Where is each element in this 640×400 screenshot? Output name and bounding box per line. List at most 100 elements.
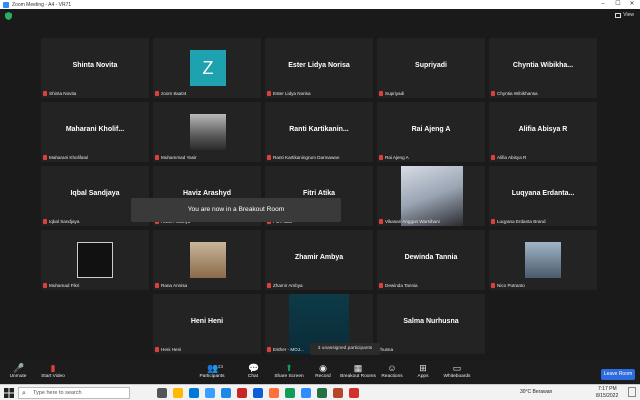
unassigned-participants-popup[interactable]: 3 unassigned participants: [310, 343, 380, 355]
store-icon[interactable]: [205, 388, 215, 398]
participant-tile[interactable]: Maharani Kholif... Maharani Kholifatul: [41, 102, 149, 162]
muted-mic-icon: [267, 347, 271, 352]
participant-tile[interactable]: Muhammad Yasir: [153, 102, 261, 162]
muted-mic-icon: [491, 91, 495, 96]
participant-tile[interactable]: Dewinda Tannia Dewinda Tannia: [377, 230, 485, 290]
zoom-taskbar-icon[interactable]: [301, 388, 311, 398]
participant-label: Vikasari Anggun Warsihani: [379, 219, 440, 224]
notifications-icon[interactable]: [628, 387, 636, 397]
windows-taskbar: ⌕ Type here to search 30°C Berawan 7:17 …: [0, 384, 640, 400]
muted-mic-icon: [43, 219, 47, 224]
participant-label: Supriyadi: [379, 91, 404, 96]
participant-name-large: Shinta Novita: [72, 62, 118, 69]
participant-label: Ranti Kartikaningrum Darmawan: [267, 155, 339, 160]
breakout-rooms-button[interactable]: ▦ Breakout Rooms: [338, 361, 378, 384]
participant-label: zoom 8aa04: [155, 91, 186, 96]
reactions-button[interactable]: ☺ Reactions: [380, 361, 404, 384]
participant-tile[interactable]: Alifia Abisya R Alifia Abisya R: [489, 102, 597, 162]
leave-room-button[interactable]: Leave Room: [601, 369, 635, 380]
task-view-icon[interactable]: [157, 388, 167, 398]
participant-tile[interactable]: Rai Ajeng A Rai Ajeng A: [377, 102, 485, 162]
start-video-button[interactable]: ▮ Start Video: [38, 361, 68, 384]
participant-tile[interactable]: Supriyadi Supriyadi: [377, 38, 485, 98]
participant-name-large: Fitri Atika: [302, 190, 336, 197]
breakout-room-notification: You are now in a Breakout Room: [131, 198, 341, 222]
participant-tile[interactable]: Z zoom 8aa04: [153, 38, 261, 98]
participant-tile[interactable]: Salma Nurhusna rhusna: [377, 294, 485, 354]
participant-tile[interactable]: Zhamir Ambya Zhamir Ambya: [265, 230, 373, 290]
maximize-button[interactable]: ☐: [611, 0, 625, 9]
acrobat-icon[interactable]: [349, 388, 359, 398]
participant-label: Esther - MOJ...: [267, 347, 304, 352]
chat-button[interactable]: 💬 Chat: [244, 361, 262, 384]
minimize-button[interactable]: –: [596, 0, 610, 9]
excel-icon[interactable]: [317, 388, 327, 398]
muted-mic-icon: [43, 91, 47, 96]
participant-tile[interactable]: Chyntia Wibikha... Chyntia Wibikhansa: [489, 38, 597, 98]
participant-tile[interactable]: Heni Heni Heni Heni: [153, 294, 261, 354]
participant-label: Muhammad Yasir: [155, 155, 197, 160]
participant-label: rhusna: [379, 347, 394, 352]
participants-button[interactable]: 👥 Participants: [196, 361, 228, 384]
participant-name-large: Ester Lidya Norisa: [288, 62, 350, 69]
weather-status[interactable]: 30°C Berawan: [520, 389, 552, 395]
participant-name-large: Maharani Kholif...: [65, 126, 125, 133]
clock-time[interactable]: 7:17 PM: [598, 386, 617, 392]
muted-mic-icon: [379, 91, 383, 96]
reactions-icon: ☺: [387, 363, 397, 373]
view-button[interactable]: View: [615, 12, 634, 18]
record-button[interactable]: ◉ Record: [312, 361, 334, 384]
security-shield-icon[interactable]: [5, 12, 12, 20]
participant-label: Alifia Abisya R: [491, 155, 526, 160]
participant-label: Heni Heni: [155, 347, 181, 352]
participant-label: Ester Lidya Norisa: [267, 91, 311, 96]
participant-tile[interactable]: Shinta Novita Shinta Novita: [41, 38, 149, 98]
close-window-button[interactable]: ✕: [625, 0, 639, 9]
profile-photo: [77, 242, 113, 278]
participant-name-large: Chyntia Wibikha...: [512, 62, 574, 69]
chrome-icon[interactable]: [285, 388, 295, 398]
participant-tile[interactable]: Luqyana Erdanta... Luqyana Erdanta Brand: [489, 166, 597, 226]
edge-icon[interactable]: [189, 388, 199, 398]
participants-icon: 👥: [207, 363, 219, 373]
participant-tile[interactable]: Ester Lidya Norisa Ester Lidya Norisa: [265, 38, 373, 98]
participant-tile[interactable]: Vikasari Anggun Warsihani: [377, 166, 485, 226]
participant-tile[interactable]: Ranti Kartikanin... Ranti Kartikaningrum…: [265, 102, 373, 162]
participant-name-large: Dewinda Tannia: [404, 254, 458, 261]
muted-mic-icon: [379, 283, 383, 288]
participant-label: Zhamir Ambya: [267, 283, 303, 288]
zoom-app-icon: [3, 1, 9, 8]
mail-icon[interactable]: [221, 388, 231, 398]
profile-photo: [190, 242, 226, 278]
participant-name-large: Luqyana Erdanta...: [511, 190, 575, 197]
participant-tile[interactable]: Muhamad Fikri: [41, 230, 149, 290]
participant-tile[interactable]: Nico Putranto: [489, 230, 597, 290]
profile-photo: [190, 114, 226, 150]
participant-name-large: Iqbal Sandjaya: [70, 190, 120, 197]
clock-date[interactable]: 8/15/2022: [596, 393, 618, 399]
word-icon[interactable]: [253, 388, 263, 398]
muted-microphone-icon: 🎤: [13, 363, 25, 373]
app-icon[interactable]: [237, 388, 247, 398]
taskbar-search-input[interactable]: ⌕ Type here to search: [18, 387, 130, 399]
file-explorer-icon[interactable]: [173, 388, 183, 398]
whiteboards-button[interactable]: ▭ Whiteboards: [442, 361, 472, 384]
participant-tile[interactable]: Rana Annisa: [153, 230, 261, 290]
participant-label: Iqbal Sandjaya: [43, 219, 79, 224]
unmute-button[interactable]: 🎤 Unmute: [6, 361, 30, 384]
share-screen-button[interactable]: ⬆ Share Screen: [272, 361, 306, 384]
firefox-icon[interactable]: [269, 388, 279, 398]
view-label: View: [623, 12, 634, 18]
muted-mic-icon: [267, 155, 271, 160]
participant-name-large: Haviz Arashyd: [183, 190, 231, 197]
breakout-rooms-icon: ▦: [353, 363, 363, 373]
apps-button[interactable]: ⊞ Apps: [414, 361, 432, 384]
avatar: Z: [190, 50, 226, 86]
participant-name-large: Supriyadi: [415, 62, 447, 69]
participant-label: Maharani Kholifatul: [43, 155, 88, 160]
muted-mic-icon: [155, 155, 159, 160]
powerpoint-icon[interactable]: [333, 388, 343, 398]
participant-label: Nico Putranto: [491, 283, 525, 288]
windows-start-icon[interactable]: [4, 388, 14, 398]
participant-count: 23: [218, 364, 224, 369]
